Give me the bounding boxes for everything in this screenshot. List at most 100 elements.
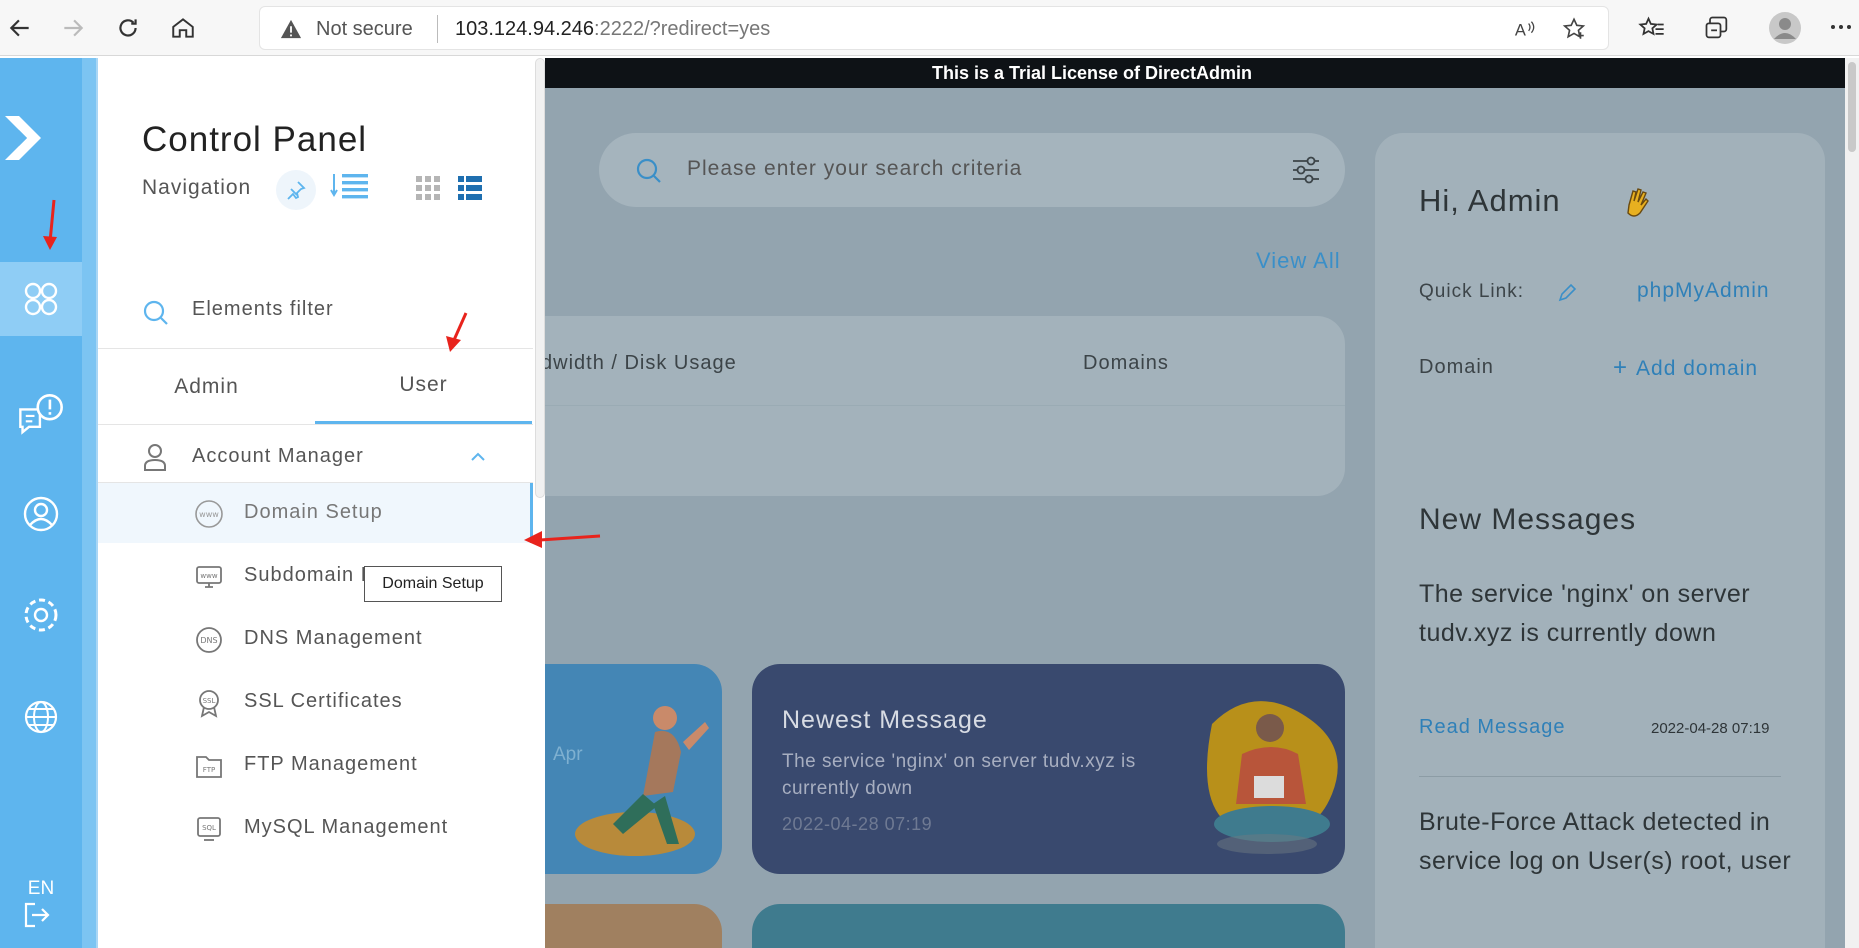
reload-button[interactable]: [110, 10, 146, 46]
nav-item-mysql[interactable]: SQL MySQL Management: [98, 798, 533, 858]
tab-admin[interactable]: Admin: [98, 349, 315, 424]
warning-icon: [280, 19, 302, 39]
home-button[interactable]: [165, 10, 201, 46]
usage-table: dwidth / Disk Usage Domains: [545, 316, 1345, 496]
rail-messages[interactable]: [0, 380, 82, 454]
usage-column-bandwidth: dwidth / Disk Usage: [545, 352, 737, 374]
logout-icon[interactable]: [22, 900, 52, 930]
message-divider: [1419, 776, 1781, 777]
nav-item-label: SSL Certificates: [244, 690, 403, 712]
dashboard-icon: [24, 282, 58, 316]
globe-icon: [24, 700, 58, 734]
back-button[interactable]: [2, 10, 38, 46]
rail-dashboard[interactable]: [0, 262, 82, 336]
messages-icon: [19, 393, 63, 435]
url-text[interactable]: 103.124.94.246:2222/?redirect=yes: [455, 18, 770, 41]
page-scrollbar[interactable]: [1845, 58, 1859, 948]
nav-item-ftp[interactable]: FTP FTP Management: [98, 735, 533, 795]
icon-rail: EN: [0, 58, 82, 948]
domain-label: Domain: [1419, 356, 1494, 378]
usage-column-domains: Domains: [1083, 352, 1169, 374]
nav-item-label: Domain Setup: [244, 501, 383, 523]
url-rest: :2222/?redirect=yes: [594, 18, 771, 40]
nav-item-domain-setup[interactable]: www Domain Setup: [98, 483, 533, 543]
waving-hand-icon: [1627, 188, 1649, 217]
more-menu-icon[interactable]: [1830, 22, 1852, 32]
group-label: Account Manager: [192, 445, 364, 467]
profile-avatar-icon[interactable]: [1768, 11, 1802, 45]
read-aloud-icon[interactable]: A: [1513, 18, 1537, 40]
pin-icon: [287, 181, 306, 200]
message-text: The service 'nginx' on server tudv.xyz i…: [1419, 580, 1751, 647]
address-bar[interactable]: Not secure 103.124.94.246:2222/?redirect…: [259, 6, 1609, 50]
plus-icon: +: [1613, 354, 1629, 381]
panel-title: Control Panel: [142, 120, 368, 159]
read-message-link[interactable]: Read Message: [1419, 716, 1566, 739]
message-text-2: Brute-Force Attack detected in service l…: [1419, 808, 1792, 875]
nav-item-ssl[interactable]: SSL SSL Certificates: [98, 672, 533, 732]
search-icon: [636, 158, 661, 183]
grid-view-icon[interactable]: [416, 176, 440, 200]
navigation-panel: Control Panel Navigation Admin User Acco…: [98, 58, 545, 948]
language-code[interactable]: EN: [0, 878, 82, 900]
search-bar[interactable]: [599, 133, 1345, 207]
annotation-arrow: [446, 312, 468, 352]
nav-item-label: MySQL Management: [244, 816, 449, 838]
forward-button[interactable]: [55, 10, 91, 46]
rail-settings[interactable]: [0, 578, 82, 652]
add-favorite-icon[interactable]: [1561, 16, 1587, 42]
newest-message-date: 2022-04-28 07:19: [782, 814, 933, 834]
directadmin-logo-icon[interactable]: [3, 108, 57, 168]
home-icon: [172, 18, 194, 38]
person-illustration: [575, 706, 709, 856]
security-label[interactable]: Not secure: [316, 18, 413, 41]
sliders-icon[interactable]: [1289, 153, 1323, 187]
info-card-bottom[interactable]: [752, 904, 1345, 948]
subdomain-icon: www: [196, 566, 222, 588]
url-host: 103.124.94.246: [455, 18, 595, 40]
ftp-icon: FTP: [196, 756, 222, 778]
new-messages-title: New Messages: [1419, 503, 1637, 536]
chevron-up-icon[interactable]: [470, 449, 486, 465]
collections-icon[interactable]: [1703, 14, 1731, 42]
promo-card[interactable]: Apr: [545, 664, 722, 874]
rows-view-icon[interactable]: [458, 176, 482, 200]
add-domain-button[interactable]: + Add domain: [1613, 354, 1758, 382]
tooltip: Domain Setup: [364, 566, 502, 602]
annotation-arrow: [43, 199, 57, 250]
promo-card-bottom[interactable]: [545, 904, 722, 948]
edit-pencil-icon[interactable]: [1557, 283, 1577, 303]
person-icon: [144, 444, 166, 471]
user-circle-icon: [23, 496, 59, 532]
quick-link-label: Quick Link:: [1419, 281, 1524, 302]
settings-icon: [24, 598, 58, 632]
newest-message-text: The service 'nginx' on server tudv.xyz i…: [782, 751, 1136, 799]
pin-button[interactable]: [276, 170, 316, 210]
view-all-link[interactable]: View All: [1256, 248, 1341, 274]
svg-text:FTP: FTP: [203, 766, 215, 774]
panel-scrollbar[interactable]: [535, 58, 545, 498]
page-scrollbar-thumb[interactable]: [1848, 62, 1856, 152]
rail-divider: [82, 58, 98, 948]
quick-link-phpmyadmin[interactable]: phpMyAdmin: [1637, 279, 1770, 303]
favorites-icon[interactable]: [1638, 14, 1666, 42]
sql-icon: SQL: [197, 817, 221, 841]
svg-text:www: www: [200, 572, 217, 580]
dns-icon: DNS: [196, 627, 222, 653]
tab-user[interactable]: User: [315, 349, 532, 424]
search-input[interactable]: [687, 157, 1247, 181]
newest-message-card[interactable]: Newest Message The service 'nginx' on se…: [752, 664, 1345, 874]
nav-item-dns[interactable]: DNS DNS Management: [98, 609, 533, 669]
list-view-icon[interactable]: [330, 170, 370, 206]
svg-text:www: www: [199, 510, 219, 519]
annotation-arrow: [524, 531, 601, 548]
rail-language[interactable]: [0, 680, 82, 754]
filter-search-icon: [143, 300, 168, 325]
account-manager-group[interactable]: Account Manager: [98, 424, 533, 484]
www-icon: www: [195, 500, 223, 528]
reload-icon: [119, 19, 137, 37]
newest-message-title: Newest Message: [782, 706, 988, 734]
rail-account[interactable]: [0, 477, 82, 551]
ssl-icon: SSL: [199, 690, 219, 718]
usage-table-header: dwidth / Disk Usage Domains: [545, 316, 1345, 406]
